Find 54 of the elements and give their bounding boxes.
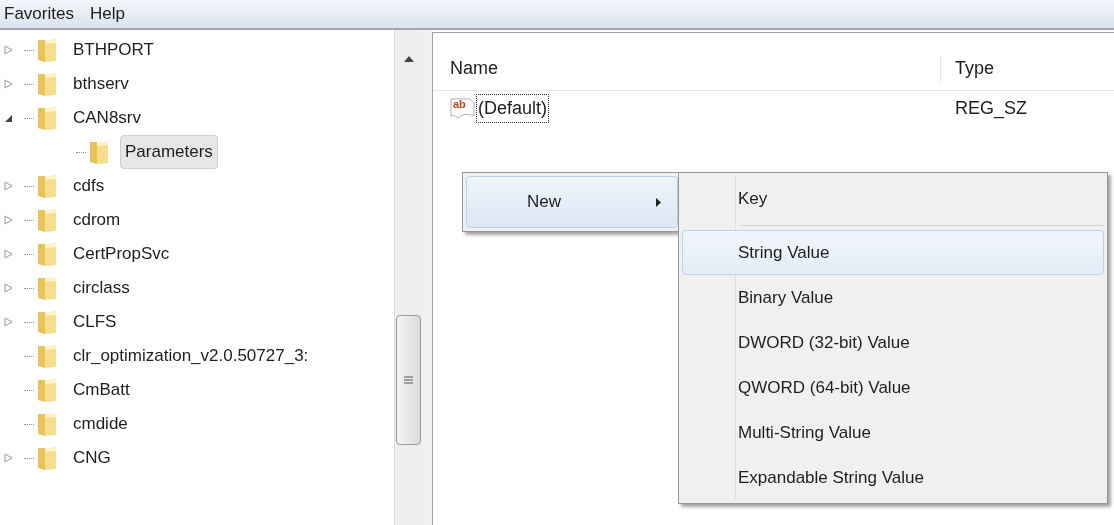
folder-icon [36, 411, 58, 437]
collapsed-arrow-icon[interactable] [4, 283, 13, 293]
menu-item[interactable]: Expandable String Value [682, 455, 1104, 500]
collapsed-arrow-icon[interactable] [4, 181, 13, 191]
menu-item[interactable]: Favorites [4, 1, 74, 27]
tree-item[interactable]: cdrom [68, 203, 126, 237]
grip-icon [404, 376, 413, 384]
column-header[interactable]: Type [941, 55, 995, 82]
tree-item[interactable]: cdfs [68, 169, 110, 203]
tree-item[interactable]: bthserv [68, 67, 134, 101]
tree-item[interactable]: circlass [68, 271, 135, 305]
tree-item[interactable]: CertPropSvc [68, 237, 175, 271]
folder-icon [36, 173, 58, 199]
menu-item[interactable]: String Value [682, 230, 1104, 275]
tree-item[interactable]: Parameters [120, 135, 218, 169]
menu-item[interactable]: QWORD (64-bit) Value [682, 365, 1104, 410]
folder-icon [36, 377, 58, 403]
collapsed-arrow-icon[interactable] [4, 317, 13, 327]
value-type: REG_SZ [954, 96, 1028, 121]
folder-icon [36, 343, 58, 369]
menu-item[interactable]: Key [682, 176, 1104, 221]
folder-icon [88, 139, 110, 165]
menu-item[interactable]: Binary Value [682, 275, 1104, 320]
string-value-icon: ab [450, 96, 476, 120]
collapsed-arrow-icon[interactable] [4, 215, 13, 225]
tree-item[interactable]: CAN8srv [68, 101, 146, 135]
tree-item[interactable]: CNG [68, 441, 116, 475]
folder-icon [36, 445, 58, 471]
folder-icon [36, 105, 58, 131]
menu-item[interactable]: Multi-String Value [682, 410, 1104, 455]
tree-item[interactable]: cmdide [68, 407, 133, 441]
folder-icon [36, 37, 58, 63]
menu-item[interactable]: DWORD (32-bit) Value [682, 320, 1104, 365]
collapsed-arrow-icon[interactable] [4, 453, 13, 463]
tree-item[interactable]: BTHPORT [68, 33, 159, 67]
folder-icon [36, 71, 58, 97]
folder-icon [36, 207, 58, 233]
scroll-up-icon[interactable] [404, 56, 414, 62]
folder-icon [36, 275, 58, 301]
vertical-scrollbar[interactable] [394, 30, 422, 525]
expanded-arrow-icon[interactable] [4, 113, 13, 123]
collapsed-arrow-icon[interactable] [4, 45, 13, 55]
tree-item[interactable]: clr_optimization_v2.0.50727_3: [68, 339, 314, 373]
folder-icon [36, 241, 58, 267]
folder-icon [36, 309, 58, 335]
scrollbar-thumb[interactable] [396, 315, 421, 445]
column-header[interactable]: Name [433, 55, 941, 82]
value-name[interactable]: (Default) [476, 93, 550, 123]
tree-item[interactable]: CmBatt [68, 373, 135, 407]
menu-item[interactable]: New [466, 176, 678, 228]
tree-item[interactable]: CLFS [68, 305, 122, 339]
collapsed-arrow-icon[interactable] [4, 249, 13, 259]
collapsed-arrow-icon[interactable] [4, 79, 13, 89]
menu-item[interactable]: Help [89, 1, 125, 27]
